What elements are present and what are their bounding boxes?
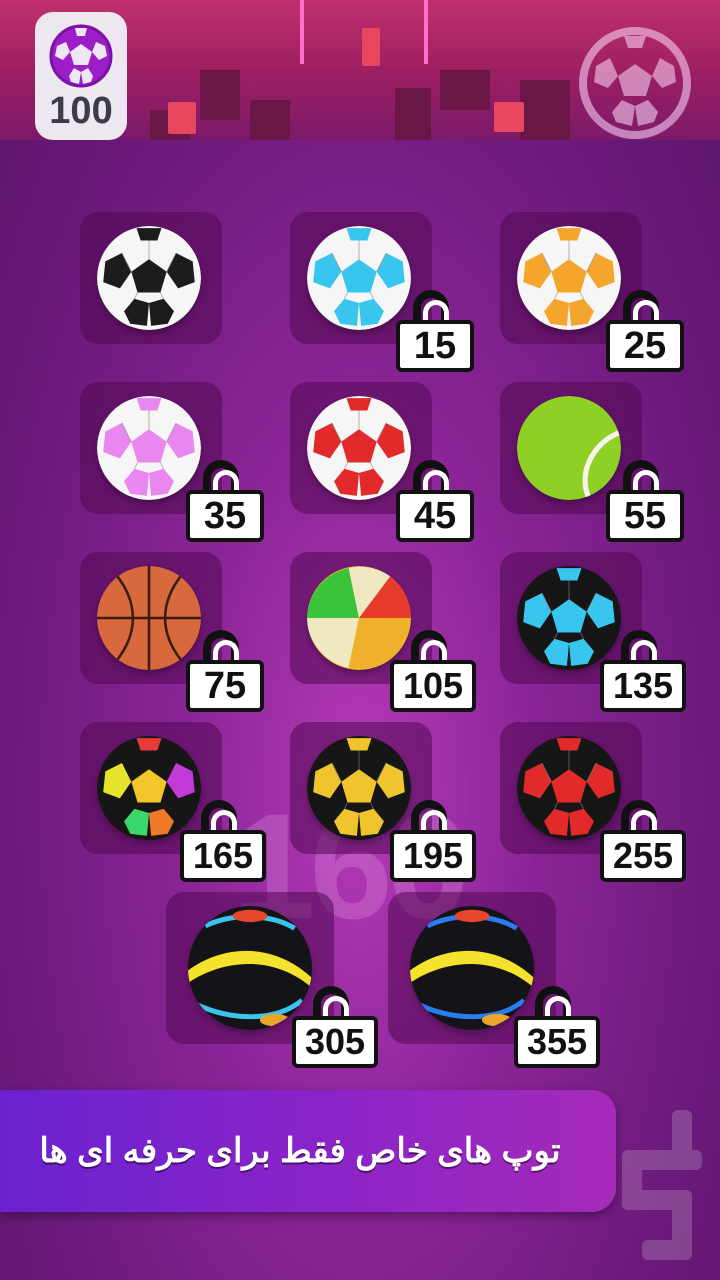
coin-counter: 100 <box>35 12 127 140</box>
promo-banner: توپ های خاص فقط برای حرفه ای ها <box>0 1090 616 1212</box>
ball-price: 25 <box>606 320 684 372</box>
lock-icon: 75 <box>186 630 264 714</box>
lock-icon: 255 <box>600 800 686 884</box>
lock-icon: 195 <box>390 800 476 884</box>
lock-icon: 165 <box>180 800 266 884</box>
coin-count: 100 <box>49 90 113 132</box>
lock-icon: 25 <box>606 290 684 374</box>
ball-select-button[interactable] <box>578 26 692 140</box>
ball-price: 45 <box>396 490 474 542</box>
lock-icon: 135 <box>600 630 686 714</box>
ball-price: 135 <box>600 660 686 712</box>
lock-icon: 35 <box>186 460 264 544</box>
ball-price: 15 <box>396 320 474 372</box>
lock-icon: 355 <box>514 986 600 1070</box>
classic-soccer-ball-icon <box>97 226 201 330</box>
ball-price: 55 <box>606 490 684 542</box>
store-logo-icon <box>612 1110 716 1270</box>
ball-price: 305 <box>292 1016 378 1068</box>
ball-price: 165 <box>180 830 266 882</box>
soccer-ball-icon <box>49 24 113 88</box>
lock-icon: 305 <box>292 986 378 1070</box>
soccer-ball-icon <box>579 27 691 139</box>
ball-price: 75 <box>186 660 264 712</box>
ball-price: 195 <box>390 830 476 882</box>
ball-price: 35 <box>186 490 264 542</box>
lock-icon: 15 <box>396 290 474 374</box>
lock-icon: 45 <box>396 460 474 544</box>
banner-text: توپ های خاص فقط برای حرفه ای ها <box>39 1132 561 1170</box>
lock-icon: 55 <box>606 460 684 544</box>
ball-price: 255 <box>600 830 686 882</box>
ball-price: 105 <box>390 660 476 712</box>
ball-price: 355 <box>514 1016 600 1068</box>
lock-icon: 105 <box>390 630 476 714</box>
